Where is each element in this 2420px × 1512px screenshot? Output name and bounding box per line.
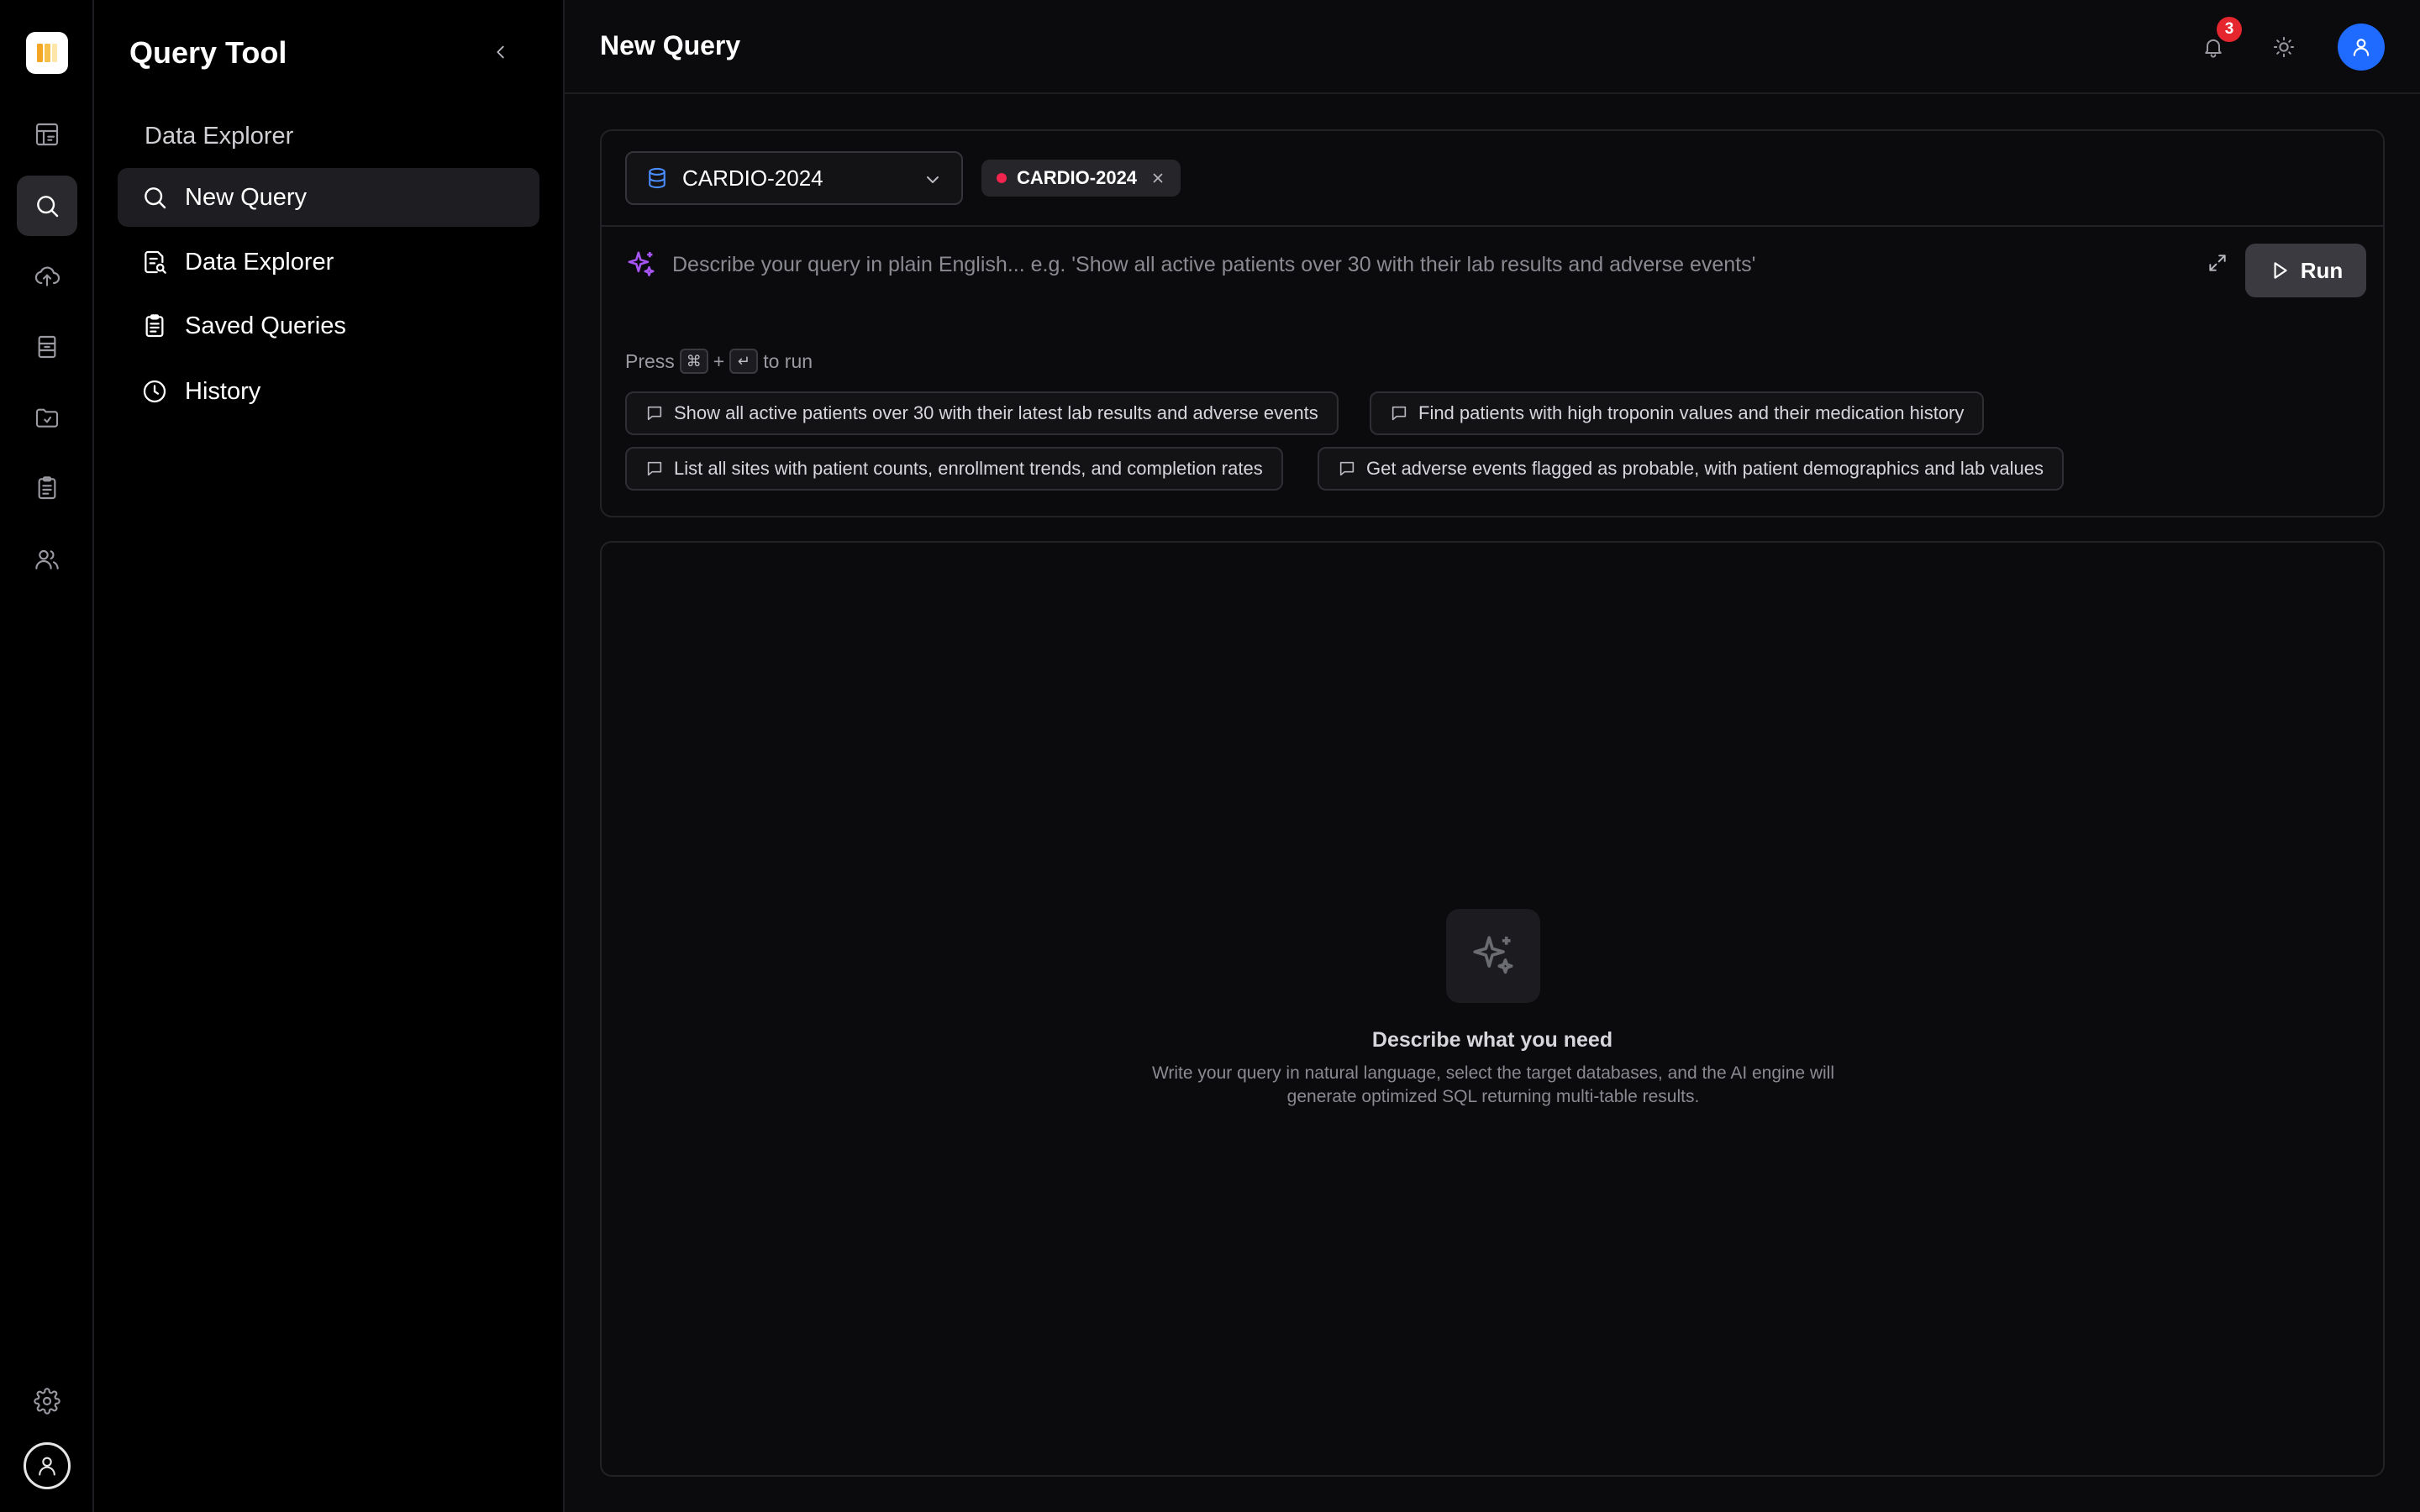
gear-icon xyxy=(34,1388,60,1415)
message-icon xyxy=(647,461,662,476)
notification-count-badge: 3 xyxy=(2217,17,2242,42)
run-button-label: Run xyxy=(2300,257,2344,283)
rail-clipboard-button[interactable] xyxy=(17,458,77,518)
suggestion-text: Show all active patients over 30 with th… xyxy=(674,402,1318,423)
chip-label: CARDIO-2024 xyxy=(1017,167,1138,188)
database-select[interactable]: CARDIO-2024 xyxy=(625,151,963,205)
search-icon xyxy=(145,187,166,209)
hint-prefix: Press xyxy=(625,349,675,372)
rail-profile-button[interactable] xyxy=(24,1442,71,1489)
suggestion-text: Find patients with high troponin values … xyxy=(1418,402,1965,423)
sidebar-item-label: History xyxy=(185,377,261,405)
upload-cloud-icon xyxy=(34,266,60,286)
remove-chip-button[interactable] xyxy=(1150,171,1165,186)
expand-input-button[interactable] xyxy=(2207,252,2228,274)
query-input[interactable] xyxy=(672,245,2269,284)
suggestion-chip[interactable]: List all sites with patient counts, enro… xyxy=(625,447,1283,491)
archive-icon xyxy=(38,335,56,359)
app-title: Query Tool xyxy=(129,35,287,70)
query-panel: CARDIO-2024 CARDIO-2024 Run Press ⌘ + ↵ … xyxy=(600,129,2385,517)
sparkles-icon xyxy=(628,251,655,276)
rail-archive-button[interactable] xyxy=(17,317,77,377)
keyboard-hint: Press ⌘ + ↵ to run xyxy=(625,348,813,375)
empty-state-description: Write your query in natural language, se… xyxy=(1151,1063,1835,1106)
logo-icon xyxy=(37,44,57,62)
sidebar-item-new-query[interactable]: New Query xyxy=(118,168,539,227)
empty-state-icon xyxy=(1446,909,1540,1003)
empty-state-title: Describe what you need xyxy=(1371,1028,1613,1052)
panel-divider xyxy=(602,225,2383,227)
suggestion-chip[interactable]: Show all active patients over 30 with th… xyxy=(625,391,1339,435)
results-panel: Describe what you need Write your query … xyxy=(600,541,2385,1477)
search-icon xyxy=(37,196,59,218)
rail-query-button[interactable] xyxy=(17,176,77,236)
enter-key: ↵ xyxy=(729,349,759,374)
user-icon xyxy=(39,1457,55,1476)
message-icon xyxy=(1392,406,1407,421)
user-icon xyxy=(2353,39,2370,56)
database-icon xyxy=(649,167,666,189)
clipboard-icon xyxy=(145,314,164,338)
document-search-icon xyxy=(145,250,166,274)
sidebar-item-data-explorer[interactable]: Data Explorer xyxy=(118,233,539,291)
sun-icon xyxy=(2273,36,2295,58)
play-icon xyxy=(2274,262,2287,279)
sidebar-item-label: Saved Queries xyxy=(185,312,346,339)
clock-icon xyxy=(143,380,166,403)
user-avatar-button[interactable] xyxy=(2338,24,2385,71)
rail-dashboard-button[interactable] xyxy=(17,104,77,165)
command-key: ⌘ xyxy=(679,349,708,374)
rail-users-button[interactable] xyxy=(17,529,77,590)
rail-settings-button[interactable] xyxy=(17,1371,77,1431)
rail-upload-button[interactable] xyxy=(17,246,77,307)
rail-folder-button[interactable] xyxy=(17,387,77,448)
sidebar-section-label: Data Explorer xyxy=(145,123,294,150)
collapse-sidebar-button[interactable] xyxy=(486,37,516,67)
selected-database-chip: CARDIO-2024 xyxy=(981,160,1181,197)
icon-rail xyxy=(0,0,94,1512)
sidebar-item-saved-queries[interactable]: Saved Queries xyxy=(118,297,539,355)
chevron-down-icon xyxy=(927,176,939,183)
hint-plus: + xyxy=(713,349,725,372)
expand-icon xyxy=(2209,255,2226,271)
sparkles-icon xyxy=(1473,936,1513,974)
suggestion-text: Get adverse events flagged as probable, … xyxy=(1366,458,2044,479)
clipboard-icon xyxy=(38,476,56,500)
suggestion-text: List all sites with patient counts, enro… xyxy=(674,458,1263,479)
sidebar-item-history[interactable]: History xyxy=(118,362,539,421)
status-dot xyxy=(997,173,1007,183)
message-icon xyxy=(1339,461,1355,476)
page-title: New Query xyxy=(600,30,741,60)
theme-toggle-button[interactable] xyxy=(2265,29,2302,66)
suggestion-chip[interactable]: Find patients with high troponin values … xyxy=(1370,391,1985,435)
folder-icon xyxy=(35,408,59,428)
app-logo[interactable] xyxy=(26,32,68,74)
chevron-left-icon xyxy=(497,45,504,59)
sidebar-item-label: New Query xyxy=(185,183,308,211)
suggestion-chip[interactable]: Get adverse events flagged as probable, … xyxy=(1318,447,2064,491)
users-icon xyxy=(35,549,59,570)
message-icon xyxy=(647,406,662,421)
database-select-value: CARDIO-2024 xyxy=(682,165,823,191)
run-button[interactable]: Run xyxy=(2245,244,2366,297)
sidebar-item-label: Data Explorer xyxy=(185,248,334,276)
top-bar: New Query 3 xyxy=(565,0,2420,94)
layout-icon xyxy=(35,123,59,146)
hint-suffix: to run xyxy=(763,349,813,372)
sidebar: Query Tool Data Explorer New Query Data … xyxy=(94,0,565,1512)
